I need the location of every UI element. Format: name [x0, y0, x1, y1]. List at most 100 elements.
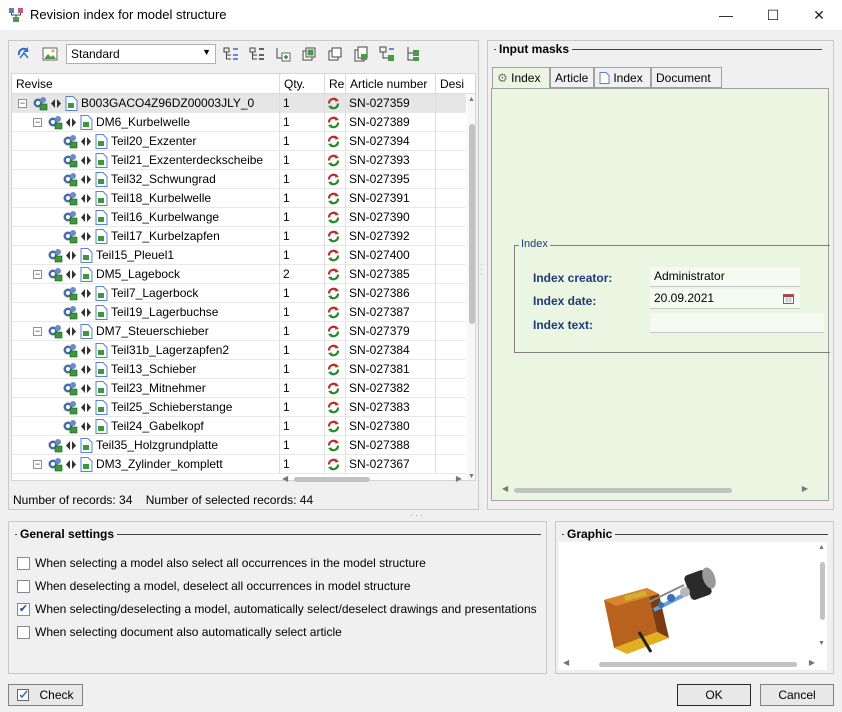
scroll-up-icon[interactable]: ▲ [818, 544, 825, 551]
revision-cycle-icon[interactable] [326, 191, 341, 206]
tab-index-settings[interactable]: ⚙ Index [492, 67, 550, 89]
revision-cycle-icon[interactable] [326, 305, 341, 320]
tab-article[interactable]: Article [550, 67, 594, 88]
select-documents-icon[interactable] [353, 46, 369, 62]
revision-cycle-icon[interactable] [326, 153, 341, 168]
setting-label[interactable]: When deselecting a model, deselect all o… [35, 579, 411, 593]
scroll-right-icon[interactable]: ▶ [809, 658, 815, 667]
revise-gear-icon[interactable] [62, 343, 78, 358]
scroll-right-icon[interactable]: ▶ [456, 474, 462, 483]
vertical-scrollbar[interactable]: ▲ ▼ [467, 94, 475, 480]
check-button[interactable]: Check [8, 684, 83, 706]
table-row[interactable]: − DM5_Lagebock 2 SN-027385 [12, 265, 466, 284]
revision-cycle-icon[interactable] [326, 229, 341, 244]
setting-label[interactable]: When selecting/deselecting a model, auto… [35, 602, 537, 616]
table-row[interactable]: Teil19_Lagerbuchse 1 SN-027387 [12, 303, 466, 322]
revision-cycle-icon[interactable] [326, 172, 341, 187]
table-row[interactable]: Teil35_Holzgrundplatte 1 SN-027388 [12, 436, 466, 455]
table-row[interactable]: Teil21_Exzenterdeckscheibe 1 SN-027393 [12, 151, 466, 170]
expand-tree-icon[interactable] [223, 46, 239, 62]
revision-cycle-icon[interactable] [326, 267, 341, 282]
revise-gear-icon[interactable] [47, 457, 63, 472]
table-row[interactable]: − DM7_Steuerschieber 1 SN-027379 [12, 322, 466, 341]
minimize-button[interactable]: — [703, 0, 749, 30]
table-row[interactable]: − B003GACO4Z96DZ00003JLY_0 1 SN-027359 [12, 94, 466, 113]
revision-cycle-icon[interactable] [326, 134, 341, 149]
revision-cycle-icon[interactable] [326, 286, 341, 301]
select-all-icon[interactable] [301, 46, 317, 62]
setting-checkbox[interactable] [17, 626, 30, 639]
table-row[interactable]: Teil15_Pleuel1 1 SN-027400 [12, 246, 466, 265]
collapse-node-icon[interactable]: − [33, 327, 42, 336]
setting-checkbox[interactable]: ✔ [17, 603, 30, 616]
scroll-left-icon[interactable]: ◀ [502, 484, 508, 493]
table-row[interactable]: Teil7_Lagerbock 1 SN-027386 [12, 284, 466, 303]
table-row[interactable]: Teil18_Kurbelwelle 1 SN-027391 [12, 189, 466, 208]
setting-checkbox[interactable] [17, 580, 30, 593]
scroll-up-icon[interactable]: ▲ [468, 96, 475, 103]
revise-gear-icon[interactable] [32, 96, 48, 111]
horizontal-splitter[interactable]: ··· [410, 510, 434, 520]
scroll-left-icon[interactable]: ◀ [563, 658, 569, 667]
table-row[interactable]: Teil17_Kurbelzapfen 1 SN-027392 [12, 227, 466, 246]
table-row[interactable]: Teil24_Gabelkopf 1 SN-027380 [12, 417, 466, 436]
deselect-all-icon[interactable] [327, 46, 343, 62]
revision-cycle-icon[interactable] [326, 362, 341, 377]
revision-cycle-icon[interactable] [326, 115, 341, 130]
table-row[interactable]: Teil20_Exzenter 1 SN-027394 [12, 132, 466, 151]
revise-gear-icon[interactable] [62, 153, 78, 168]
revise-gear-icon[interactable] [62, 381, 78, 396]
revision-cycle-icon[interactable] [326, 96, 341, 111]
select-sublevel-icon[interactable] [405, 46, 421, 62]
masks-scroll-thumb[interactable] [514, 488, 732, 493]
revision-cycle-icon[interactable] [326, 248, 341, 263]
picture-icon[interactable] [42, 46, 58, 62]
maximize-button[interactable]: ☐ [750, 0, 796, 30]
revise-gear-icon[interactable] [47, 438, 63, 453]
tab-document[interactable]: Document [651, 67, 722, 88]
revise-gear-icon[interactable] [62, 172, 78, 187]
refresh-icon[interactable] [16, 46, 32, 62]
vertical-splitter[interactable]: · · · [480, 261, 485, 282]
graphic-hscroll-thumb[interactable] [599, 662, 797, 667]
revision-cycle-icon[interactable] [326, 210, 341, 225]
table-row[interactable]: Teil25_Schieberstange 1 SN-027383 [12, 398, 466, 417]
revise-gear-icon[interactable] [62, 191, 78, 206]
table-row[interactable]: Teil32_Schwungrad 1 SN-027395 [12, 170, 466, 189]
collapse-node-icon[interactable]: − [33, 460, 42, 469]
table-row[interactable]: Teil31b_Lagerzapfen2 1 SN-027384 [12, 341, 466, 360]
revision-cycle-icon[interactable] [326, 381, 341, 396]
add-item-icon[interactable] [275, 46, 291, 62]
revision-cycle-icon[interactable] [326, 324, 341, 339]
index-text-field[interactable] [650, 313, 824, 333]
graphic-vscroll-thumb[interactable] [820, 562, 825, 620]
revision-cycle-icon[interactable] [326, 438, 341, 453]
close-button[interactable]: ✕ [796, 0, 842, 30]
revise-gear-icon[interactable] [47, 324, 63, 339]
setting-label[interactable]: When selecting document also automatical… [35, 625, 342, 639]
revise-gear-icon[interactable] [62, 210, 78, 225]
scroll-down-icon[interactable]: ▼ [818, 640, 825, 647]
revise-gear-icon[interactable] [62, 134, 78, 149]
select-level-icon[interactable] [379, 46, 395, 62]
cancel-button[interactable]: Cancel [760, 684, 834, 706]
revise-gear-icon[interactable] [62, 362, 78, 377]
revise-gear-icon[interactable] [47, 115, 63, 130]
vertical-scroll-thumb[interactable] [469, 124, 475, 324]
revise-gear-icon[interactable] [62, 419, 78, 434]
revision-cycle-icon[interactable] [326, 343, 341, 358]
revise-gear-icon[interactable] [62, 286, 78, 301]
collapse-node-icon[interactable]: − [33, 118, 42, 127]
table-row[interactable]: Teil13_Schieber 1 SN-027381 [12, 360, 466, 379]
view-select[interactable]: Standard ▼ [66, 44, 216, 64]
horizontal-scroll-thumb[interactable] [294, 477, 370, 482]
revise-gear-icon[interactable] [62, 400, 78, 415]
index-date-field[interactable]: 20.09.2021 [650, 289, 800, 309]
scroll-left-icon[interactable]: ◀ [282, 474, 288, 483]
table-row[interactable]: Teil16_Kurbelwange 1 SN-027390 [12, 208, 466, 227]
scroll-right-icon[interactable]: ▶ [802, 484, 808, 493]
column-header-qty[interactable]: Qty. [280, 74, 325, 94]
table-row[interactable]: − DM3_Zylinder_komplett 1 SN-027367 [12, 455, 466, 474]
ok-button[interactable]: OK [677, 684, 751, 706]
index-creator-field[interactable]: Administrator [650, 267, 800, 287]
